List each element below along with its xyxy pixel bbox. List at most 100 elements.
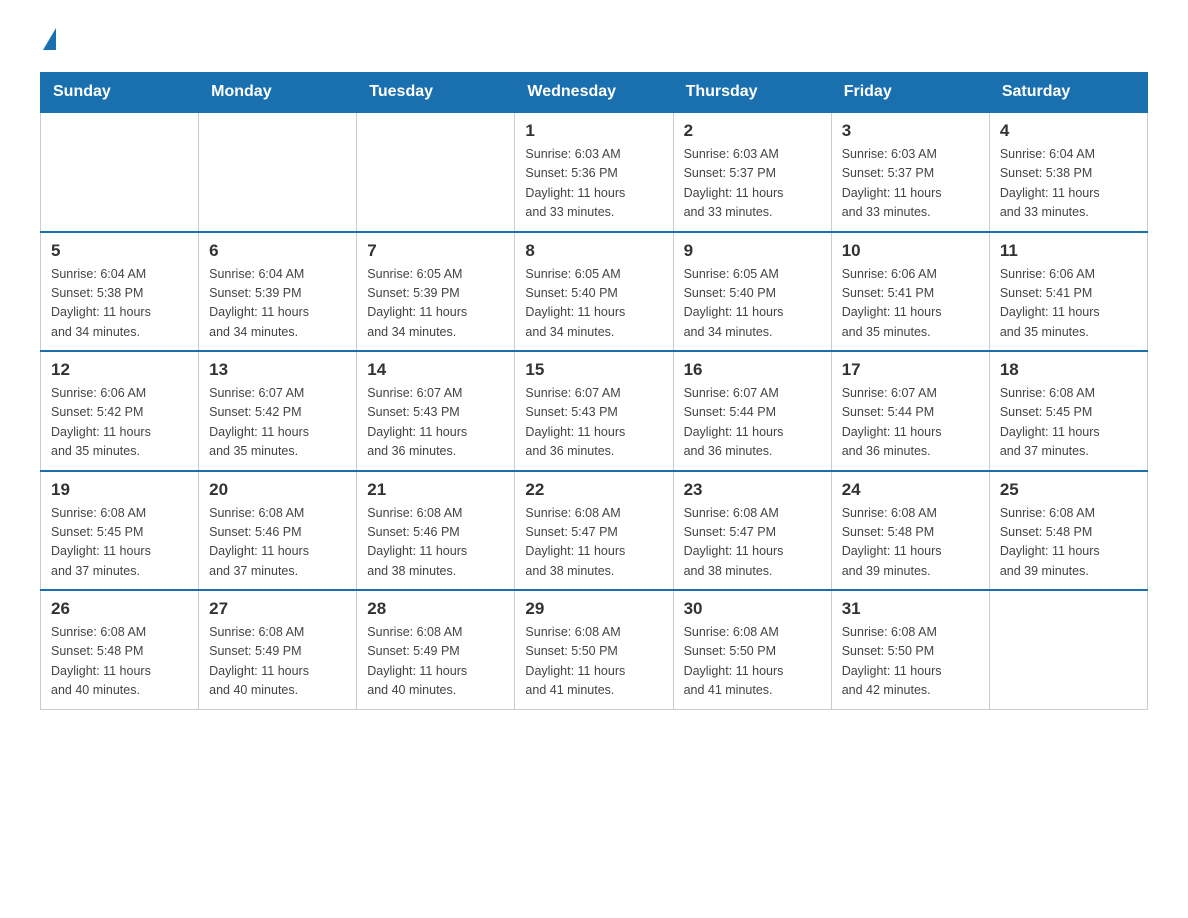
calendar-cell: 3 Sunrise: 6:03 AMSunset: 5:37 PMDaylight…: [831, 112, 989, 232]
day-info: Sunrise: 6:03 AMSunset: 5:37 PMDaylight:…: [684, 145, 821, 223]
day-info: Sunrise: 6:05 AMSunset: 5:39 PMDaylight:…: [367, 265, 504, 343]
calendar-cell: 27 Sunrise: 6:08 AMSunset: 5:49 PMDayligh…: [199, 590, 357, 709]
calendar-cell: 19 Sunrise: 6:08 AMSunset: 5:45 PMDayligh…: [41, 471, 199, 591]
calendar-cell: 5 Sunrise: 6:04 AMSunset: 5:38 PMDaylight…: [41, 232, 199, 352]
calendar-cell: 21Sunrise: 6:08 AMSunset: 5:46 PMDayligh…: [357, 471, 515, 591]
day-number: 1: [525, 121, 662, 141]
calendar-cell: 8 Sunrise: 6:05 AMSunset: 5:40 PMDaylight…: [515, 232, 673, 352]
calendar-cell: 28 Sunrise: 6:08 AMSunset: 5:49 PMDayligh…: [357, 590, 515, 709]
calendar-cell: 7 Sunrise: 6:05 AMSunset: 5:39 PMDaylight…: [357, 232, 515, 352]
day-info: Sunrise: 6:03 AMSunset: 5:37 PMDaylight:…: [842, 145, 979, 223]
week-row: 12Sunrise: 6:06 AMSunset: 5:42 PMDayligh…: [41, 351, 1148, 471]
day-info: Sunrise: 6:08 AMSunset: 5:45 PMDaylight:…: [1000, 384, 1137, 462]
calendar-cell: 31 Sunrise: 6:08 AMSunset: 5:50 PMDayligh…: [831, 590, 989, 709]
calendar-cell: 25 Sunrise: 6:08 AMSunset: 5:48 PMDayligh…: [989, 471, 1147, 591]
day-number: 14: [367, 360, 504, 380]
calendar-cell: 16 Sunrise: 6:07 AMSunset: 5:44 PMDayligh…: [673, 351, 831, 471]
calendar-cell: 24Sunrise: 6:08 AMSunset: 5:48 PMDayligh…: [831, 471, 989, 591]
calendar-cell: 17 Sunrise: 6:07 AMSunset: 5:44 PMDayligh…: [831, 351, 989, 471]
day-number: 20: [209, 480, 346, 500]
day-number: 23: [684, 480, 821, 500]
calendar-cell: 2 Sunrise: 6:03 AMSunset: 5:37 PMDaylight…: [673, 112, 831, 232]
day-info: Sunrise: 6:08 AMSunset: 5:45 PMDaylight:…: [51, 504, 188, 582]
day-info: Sunrise: 6:04 AMSunset: 5:39 PMDaylight:…: [209, 265, 346, 343]
day-info: Sunrise: 6:08 AMSunset: 5:48 PMDaylight:…: [842, 504, 979, 582]
day-number: 26: [51, 599, 188, 619]
week-row: 5 Sunrise: 6:04 AMSunset: 5:38 PMDaylight…: [41, 232, 1148, 352]
day-number: 8: [525, 241, 662, 261]
day-number: 15: [525, 360, 662, 380]
day-number: 27: [209, 599, 346, 619]
day-info: Sunrise: 6:08 AMSunset: 5:50 PMDaylight:…: [684, 623, 821, 701]
day-info: Sunrise: 6:08 AMSunset: 5:49 PMDaylight:…: [367, 623, 504, 701]
calendar-cell: 1 Sunrise: 6:03 AMSunset: 5:36 PMDaylight…: [515, 112, 673, 232]
day-info: Sunrise: 6:06 AMSunset: 5:41 PMDaylight:…: [842, 265, 979, 343]
calendar-cell: 22 Sunrise: 6:08 AMSunset: 5:47 PMDayligh…: [515, 471, 673, 591]
calendar-cell: 29 Sunrise: 6:08 AMSunset: 5:50 PMDayligh…: [515, 590, 673, 709]
day-info: Sunrise: 6:08 AMSunset: 5:46 PMDaylight:…: [209, 504, 346, 582]
day-number: 30: [684, 599, 821, 619]
page-header: [40, 30, 1148, 52]
week-row: 26 Sunrise: 6:08 AMSunset: 5:48 PMDayligh…: [41, 590, 1148, 709]
calendar-cell: 15Sunrise: 6:07 AMSunset: 5:43 PMDayligh…: [515, 351, 673, 471]
calendar-cell: 13Sunrise: 6:07 AMSunset: 5:42 PMDayligh…: [199, 351, 357, 471]
day-number: 29: [525, 599, 662, 619]
day-info: Sunrise: 6:04 AMSunset: 5:38 PMDaylight:…: [51, 265, 188, 343]
logo-triangle-icon: [43, 28, 56, 50]
calendar-cell: 14 Sunrise: 6:07 AMSunset: 5:43 PMDayligh…: [357, 351, 515, 471]
calendar-day-header: Wednesday: [515, 73, 673, 113]
calendar-cell: 11 Sunrise: 6:06 AMSunset: 5:41 PMDayligh…: [989, 232, 1147, 352]
day-info: Sunrise: 6:08 AMSunset: 5:49 PMDaylight:…: [209, 623, 346, 701]
day-info: Sunrise: 6:08 AMSunset: 5:47 PMDaylight:…: [684, 504, 821, 582]
day-number: 3: [842, 121, 979, 141]
day-number: 31: [842, 599, 979, 619]
day-number: 5: [51, 241, 188, 261]
day-number: 17: [842, 360, 979, 380]
calendar-table: SundayMondayTuesdayWednesdayThursdayFrid…: [40, 72, 1148, 710]
day-number: 9: [684, 241, 821, 261]
day-info: Sunrise: 6:08 AMSunset: 5:50 PMDaylight:…: [842, 623, 979, 701]
day-number: 6: [209, 241, 346, 261]
day-info: Sunrise: 6:08 AMSunset: 5:47 PMDaylight:…: [525, 504, 662, 582]
calendar-day-header: Monday: [199, 73, 357, 113]
day-number: 25: [1000, 480, 1137, 500]
day-number: 22: [525, 480, 662, 500]
calendar-day-header: Thursday: [673, 73, 831, 113]
calendar-cell: [199, 112, 357, 232]
calendar-cell: 4 Sunrise: 6:04 AMSunset: 5:38 PMDaylight…: [989, 112, 1147, 232]
day-info: Sunrise: 6:08 AMSunset: 5:50 PMDaylight:…: [525, 623, 662, 701]
day-info: Sunrise: 6:05 AMSunset: 5:40 PMDaylight:…: [684, 265, 821, 343]
calendar-cell: 23 Sunrise: 6:08 AMSunset: 5:47 PMDayligh…: [673, 471, 831, 591]
day-number: 4: [1000, 121, 1137, 141]
calendar-day-header: Saturday: [989, 73, 1147, 113]
calendar-day-header: Sunday: [41, 73, 199, 113]
day-number: 28: [367, 599, 504, 619]
day-info: Sunrise: 6:08 AMSunset: 5:46 PMDaylight:…: [367, 504, 504, 582]
day-info: Sunrise: 6:05 AMSunset: 5:40 PMDaylight:…: [525, 265, 662, 343]
day-info: Sunrise: 6:08 AMSunset: 5:48 PMDaylight:…: [1000, 504, 1137, 582]
week-row: 1 Sunrise: 6:03 AMSunset: 5:36 PMDaylight…: [41, 112, 1148, 232]
calendar-day-header: Friday: [831, 73, 989, 113]
day-number: 18: [1000, 360, 1137, 380]
day-number: 7: [367, 241, 504, 261]
calendar-cell: [989, 590, 1147, 709]
day-number: 16: [684, 360, 821, 380]
day-number: 19: [51, 480, 188, 500]
calendar-cell: 9 Sunrise: 6:05 AMSunset: 5:40 PMDaylight…: [673, 232, 831, 352]
day-info: Sunrise: 6:07 AMSunset: 5:44 PMDaylight:…: [842, 384, 979, 462]
day-info: Sunrise: 6:07 AMSunset: 5:44 PMDaylight:…: [684, 384, 821, 462]
day-info: Sunrise: 6:06 AMSunset: 5:42 PMDaylight:…: [51, 384, 188, 462]
day-info: Sunrise: 6:08 AMSunset: 5:48 PMDaylight:…: [51, 623, 188, 701]
day-number: 11: [1000, 241, 1137, 261]
day-info: Sunrise: 6:03 AMSunset: 5:36 PMDaylight:…: [525, 145, 662, 223]
day-info: Sunrise: 6:06 AMSunset: 5:41 PMDaylight:…: [1000, 265, 1137, 343]
calendar-cell: 30 Sunrise: 6:08 AMSunset: 5:50 PMDayligh…: [673, 590, 831, 709]
day-info: Sunrise: 6:07 AMSunset: 5:43 PMDaylight:…: [367, 384, 504, 462]
day-info: Sunrise: 6:04 AMSunset: 5:38 PMDaylight:…: [1000, 145, 1137, 223]
calendar-cell: 18 Sunrise: 6:08 AMSunset: 5:45 PMDayligh…: [989, 351, 1147, 471]
calendar-header-row: SundayMondayTuesdayWednesdayThursdayFrid…: [41, 73, 1148, 113]
logo: [40, 30, 56, 52]
calendar-cell: 20 Sunrise: 6:08 AMSunset: 5:46 PMDayligh…: [199, 471, 357, 591]
day-number: 2: [684, 121, 821, 141]
week-row: 19 Sunrise: 6:08 AMSunset: 5:45 PMDayligh…: [41, 471, 1148, 591]
